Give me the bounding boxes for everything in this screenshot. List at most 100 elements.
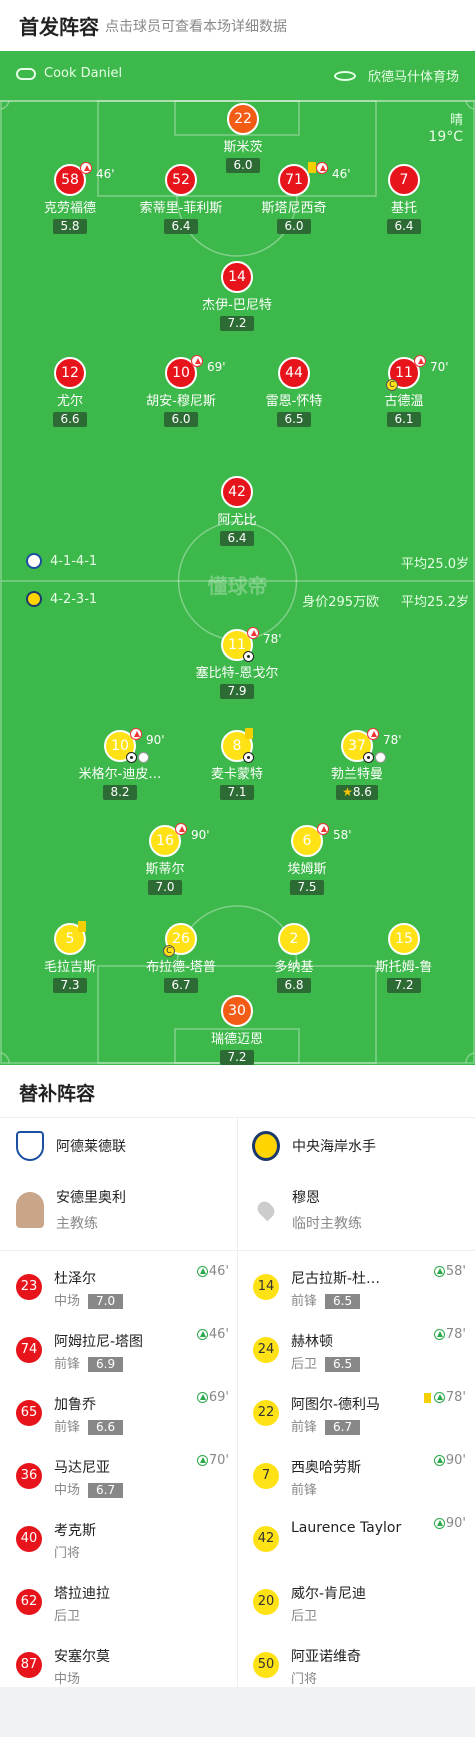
player-rating: 7.0: [148, 880, 182, 895]
player-number: 10 90': [104, 728, 165, 763]
away-sub-20[interactable]: 20 威尔-肯尼迪 后卫: [237, 1577, 474, 1629]
sub-position: 前锋 6.6: [54, 1416, 124, 1435]
substitution-off-icon: [247, 627, 259, 639]
sub-minute: 70': [430, 360, 449, 374]
away-player-10[interactable]: 10 90' 米格尔-迪皮… 8.2: [55, 728, 185, 800]
home-player-14[interactable]: 14 杰伊-巴尼特 7.2: [172, 261, 302, 331]
sub-position: 后卫: [291, 1609, 318, 1624]
substitution-on-icon: [196, 1329, 208, 1340]
away-player-16[interactable]: 16 90' 斯蒂尔 7.0: [100, 823, 230, 895]
player-name: 塞比特-恩戈尔: [195, 666, 279, 681]
sub-position: 前锋 6.5: [291, 1290, 361, 1309]
player-rating: 6.4: [387, 219, 421, 234]
player-number: 58 46': [54, 162, 115, 196]
home-sub-65[interactable]: 65 加鲁乔 前锋 6.6 69': [0, 1388, 237, 1440]
substitution-off-icon: [316, 162, 328, 174]
away-avg-age-text: 平均25.2岁: [401, 595, 469, 610]
lineup-title: 首发阵容: [19, 15, 99, 39]
home-sub-23[interactable]: 23 杜泽尔 中场 7.0 46': [0, 1262, 237, 1314]
player-number: 12: [54, 357, 86, 389]
away-sub-50[interactable]: 50 阿亚诺维奇 门将: [237, 1640, 474, 1692]
sub-number: 65: [16, 1400, 42, 1426]
sub-name: 马达尼亚: [54, 1460, 110, 1476]
player-number: 37 78': [341, 728, 402, 763]
away-team-row[interactable]: 中央海岸水手: [252, 1131, 376, 1161]
home-player-52[interactable]: 52 索蒂里-菲利斯 6.4: [116, 164, 246, 234]
away-player-11[interactable]: 11 78' 塞比特-恩戈尔 7.9: [172, 627, 302, 699]
player-number: 6 58': [291, 823, 352, 857]
sub-number: 22: [253, 1400, 279, 1426]
yellow-card-icon: [245, 728, 253, 739]
sub-name: Laurence Taylor: [291, 1520, 402, 1536]
away-sub-42[interactable]: 42 Laurence Taylor 90': [237, 1514, 474, 1566]
player-rating: 7.5: [290, 880, 324, 895]
home-sub-40[interactable]: 40 考克斯 门将: [0, 1514, 237, 1566]
player-rating: 6.0: [164, 412, 198, 427]
substitution-off-icon: [317, 823, 329, 835]
player-name: 阿尤比: [217, 513, 257, 528]
sub-name: 赫林顿: [291, 1334, 333, 1350]
home-player-10[interactable]: 10 69' 胡安-穆尼斯 6.0: [116, 355, 246, 427]
home-team-name: 阿德莱德联: [56, 1139, 126, 1155]
away-sub-14[interactable]: 14 尼古拉斯-杜… 前锋 6.5 58': [237, 1262, 474, 1314]
lineup-header: 首发阵容 点击球员可查看本场详细数据: [0, 0, 475, 51]
sub-rating: 7.0: [88, 1294, 124, 1309]
substitution-off-icon: [130, 728, 142, 740]
sub-number: 87: [16, 1652, 42, 1678]
away-player-26[interactable]: 26 C 布拉德-塔普 6.7: [116, 923, 246, 993]
player-number: 22: [227, 103, 259, 135]
player-name: 胡安-穆尼斯: [146, 394, 216, 409]
player-rating: 7.1: [220, 785, 254, 800]
coach-avatar: [16, 1192, 44, 1228]
player-rating: 8.2: [103, 785, 137, 800]
home-coach-name: 安德里奥利: [56, 1190, 126, 1206]
sub-number: 42: [253, 1526, 279, 1552]
player-number: 16 90': [149, 823, 210, 857]
home-sub-36[interactable]: 36 马达尼亚 中场 6.7 70': [0, 1451, 237, 1503]
player-number: 52: [165, 164, 197, 196]
sub-name: 杜泽尔: [54, 1271, 96, 1287]
sub-on-indicator: 69': [196, 1390, 229, 1405]
away-player-6[interactable]: 6 58' 埃姆斯 7.5: [242, 823, 372, 895]
sub-name: 考克斯: [54, 1523, 96, 1539]
home-sub-87[interactable]: 87 安塞尔莫 中场: [0, 1640, 237, 1692]
player-rating: 6.4: [164, 219, 198, 234]
sub-name: 阿亚诺维奇: [291, 1649, 361, 1665]
weather: 晴: [449, 113, 463, 128]
player-number: 10 69': [165, 355, 226, 389]
away-sub-24[interactable]: 24 赫林顿 后卫 6.5 78': [237, 1325, 474, 1377]
substitution-off-icon: [414, 355, 426, 367]
away-coach[interactable]: 穆恩 临时主教练: [252, 1187, 362, 1233]
home-player-11[interactable]: 11 70' C 古德温 6.1: [339, 355, 469, 427]
home-player-42[interactable]: 42 阿尤比 6.4: [172, 476, 302, 546]
home-coach[interactable]: 安德里奥利 主教练: [16, 1187, 126, 1233]
substitution-on-icon: [433, 1518, 445, 1529]
away-player-15[interactable]: 15 斯托姆-鲁 7.2: [339, 923, 469, 993]
home-sub-62[interactable]: 62 塔拉迪拉 后卫: [0, 1577, 237, 1629]
sub-rating: 6.7: [88, 1483, 124, 1498]
sub-number: 20: [253, 1589, 279, 1615]
sub-number: 36: [16, 1463, 42, 1489]
home-player-7[interactable]: 7 基托 6.4: [339, 164, 469, 234]
sub-position: 前锋 6.7: [291, 1416, 361, 1435]
away-player-8[interactable]: 8 麦卡蒙特 7.1: [172, 728, 302, 800]
player-name: 米格尔-迪皮…: [78, 767, 162, 782]
player-name: 斯托姆-鲁: [375, 960, 433, 975]
player-name: 古德温: [384, 394, 424, 409]
sub-position: 后卫: [54, 1609, 81, 1624]
sub-name: 尼古拉斯-杜…: [291, 1271, 381, 1287]
player-number: 7: [388, 164, 420, 196]
away-player-30[interactable]: 30 瑞德迈恩 7.2: [172, 995, 302, 1065]
referee-name: Cook Daniel: [44, 66, 123, 81]
away-coach-name: 穆恩: [292, 1190, 320, 1206]
sub-rating: 6.6: [88, 1420, 124, 1435]
home-sub-74[interactable]: 74 阿姆拉尼-塔图 前锋 6.9 46': [0, 1325, 237, 1377]
sub-position: 前锋: [291, 1483, 318, 1498]
home-team-row[interactable]: 阿德莱德联: [16, 1131, 126, 1161]
sub-rating: 6.9: [88, 1357, 124, 1372]
player-number: 71 46': [278, 162, 351, 196]
away-player-37[interactable]: 37 78' 勃兰特曼 ★8.6: [292, 728, 422, 800]
away-sub-22[interactable]: 22 阿图尔-德利马 前锋 6.7 78': [237, 1388, 474, 1440]
home-player-22[interactable]: 22 斯米茨 6.0: [178, 103, 308, 173]
away-sub-7[interactable]: 7 西奥哈劳斯 前锋 90': [237, 1451, 474, 1503]
